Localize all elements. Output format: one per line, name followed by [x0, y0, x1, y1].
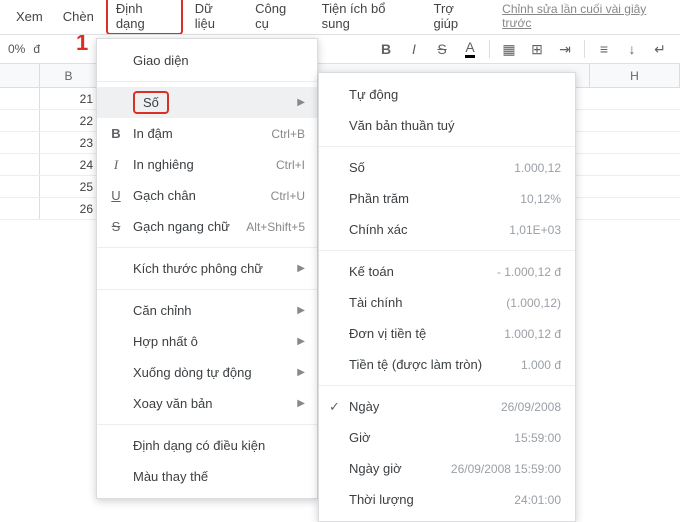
menu-item-merge[interactable]: Hợp nhất ô▶ — [97, 326, 317, 357]
chevron-right-icon: ▶ — [297, 398, 305, 409]
menu-item-italic[interactable]: IIn nghiêngCtrl+I — [97, 149, 317, 180]
menu-item-bold[interactable]: BIn đậmCtrl+B — [97, 118, 317, 149]
column-header-b[interactable]: B — [40, 64, 98, 87]
menu-bar: Xem Chèn Định dạng Dữ liệu Công cụ Tiện … — [0, 0, 680, 32]
cell-b[interactable]: 24 — [40, 154, 98, 175]
menu-view[interactable]: Xem — [8, 6, 51, 27]
menu-separator — [97, 81, 317, 82]
bold-button[interactable]: B — [374, 37, 398, 61]
menu-separator — [97, 424, 317, 425]
fill-color-button[interactable]: ▦ — [497, 37, 521, 61]
submenu-item-number[interactable]: Số1.000,12 — [319, 152, 575, 183]
menu-item-font-size[interactable]: Kích thước phông chữ▶ — [97, 253, 317, 284]
check-icon: ✓ — [329, 399, 349, 415]
menu-help[interactable]: Trợ giúp — [426, 0, 489, 34]
strikethrough-button[interactable]: S — [430, 37, 454, 61]
menu-item-conditional-format[interactable]: Định dạng có điều kiện — [97, 430, 317, 461]
toolbar-percent: 0% — [8, 42, 25, 56]
toolbar-currency: đ — [33, 42, 40, 56]
cell-b[interactable]: 21 — [40, 88, 98, 109]
menu-separator — [97, 289, 317, 290]
menu-separator — [319, 250, 575, 251]
submenu-item-datetime[interactable]: Ngày giờ26/09/2008 15:59:00 — [319, 453, 575, 484]
menu-item-alternating-colors[interactable]: Màu thay thế — [97, 461, 317, 492]
submenu-item-time[interactable]: Giờ15:59:00 — [319, 422, 575, 453]
menu-separator — [97, 247, 317, 248]
cell-b[interactable]: 26 — [40, 198, 98, 219]
column-header-h[interactable]: H — [590, 64, 680, 87]
submenu-item-percent[interactable]: Phần trăm10,12% — [319, 183, 575, 214]
cell-b[interactable]: 23 — [40, 132, 98, 153]
menu-format[interactable]: Định dạng — [106, 0, 183, 35]
toolbar-separator — [489, 40, 490, 58]
submenu-item-accounting[interactable]: Kế toán- 1.000,12 đ — [319, 256, 575, 287]
valign-button[interactable]: ↓ — [620, 37, 644, 61]
text-color-button[interactable]: A — [458, 37, 482, 61]
last-edit-info[interactable]: Chỉnh sửa lần cuối vài giây trước — [502, 2, 672, 30]
menu-tools[interactable]: Công cụ — [247, 0, 310, 34]
select-all-cell[interactable] — [0, 64, 40, 87]
wrap-button[interactable]: ↵ — [648, 37, 672, 61]
chevron-right-icon: ▶ — [297, 336, 305, 347]
submenu-item-financial[interactable]: Tài chính(1.000,12) — [319, 287, 575, 318]
menu-data[interactable]: Dữ liệu — [187, 0, 243, 34]
menu-item-align[interactable]: Căn chỉnh▶ — [97, 295, 317, 326]
menu-separator — [319, 146, 575, 147]
menu-item-rotate[interactable]: Xoay văn bản▶ — [97, 388, 317, 419]
cell-b[interactable]: 22 — [40, 110, 98, 131]
menu-item-number[interactable]: Số▶ — [97, 87, 317, 118]
halign-button[interactable]: ≡ — [592, 37, 616, 61]
cell-b[interactable]: 25 — [40, 176, 98, 197]
chevron-right-icon: ▶ — [297, 367, 305, 378]
menu-item-wrap[interactable]: Xuống dòng tự động▶ — [97, 357, 317, 388]
chevron-right-icon: ▶ — [297, 305, 305, 316]
submenu-item-plain-text[interactable]: Văn bản thuần tuý — [319, 110, 575, 141]
submenu-item-currency-rounded[interactable]: Tiền tệ (được làm tròn)1.000 đ — [319, 349, 575, 380]
borders-button[interactable]: ⊞ — [525, 37, 549, 61]
format-dropdown-menu: Giao diện Số▶ BIn đậmCtrl+B IIn nghiêngC… — [96, 38, 318, 499]
submenu-item-currency[interactable]: Đơn vị tiền tệ1.000,12 đ — [319, 318, 575, 349]
toolbar-separator — [584, 40, 585, 58]
number-format-submenu: Tự động Văn bản thuần tuý Số1.000,12 Phầ… — [318, 72, 576, 522]
menu-separator — [319, 385, 575, 386]
submenu-item-scientific[interactable]: Chính xác1,01E+03 — [319, 214, 575, 245]
chevron-right-icon: ▶ — [297, 263, 305, 274]
chevron-right-icon: ▶ — [297, 97, 305, 108]
merge-button[interactable]: ⇥ — [553, 37, 577, 61]
menu-addons[interactable]: Tiện ích bổ sung — [314, 0, 422, 34]
menu-item-strikethrough[interactable]: SGạch ngang chữAlt+Shift+5 — [97, 211, 317, 242]
menu-item-theme[interactable]: Giao diện — [97, 45, 317, 76]
submenu-item-automatic[interactable]: Tự động — [319, 79, 575, 110]
menu-insert[interactable]: Chèn — [55, 6, 102, 27]
submenu-item-date[interactable]: ✓Ngày26/09/2008 — [319, 391, 575, 422]
italic-button[interactable]: I — [402, 37, 426, 61]
menu-item-underline[interactable]: UGạch chânCtrl+U — [97, 180, 317, 211]
